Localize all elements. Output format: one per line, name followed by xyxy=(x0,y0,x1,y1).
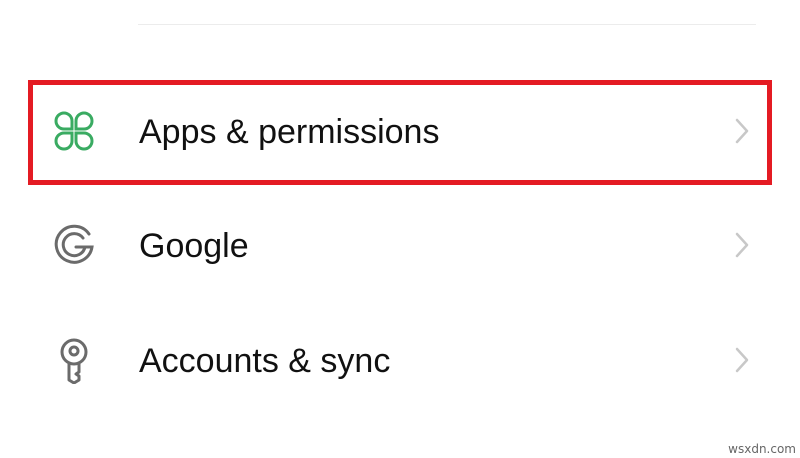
settings-item-apps-permissions[interactable]: Apps & permissions xyxy=(0,77,800,187)
chevron-right-icon xyxy=(732,115,752,147)
four-leaf-icon xyxy=(50,107,98,155)
settings-item-accounts-sync[interactable]: Accounts & sync xyxy=(0,306,800,416)
settings-item-label: Apps & permissions xyxy=(139,113,440,151)
chevron-right-icon xyxy=(732,344,752,376)
key-icon xyxy=(50,336,98,385)
divider xyxy=(138,24,756,25)
chevron-right-icon xyxy=(732,229,752,261)
settings-item-label: Accounts & sync xyxy=(139,342,391,380)
settings-item-google[interactable]: Google xyxy=(0,191,800,301)
watermark: wsxdn.com xyxy=(728,442,796,456)
google-g-icon xyxy=(50,221,98,269)
settings-item-label: Google xyxy=(139,227,249,265)
